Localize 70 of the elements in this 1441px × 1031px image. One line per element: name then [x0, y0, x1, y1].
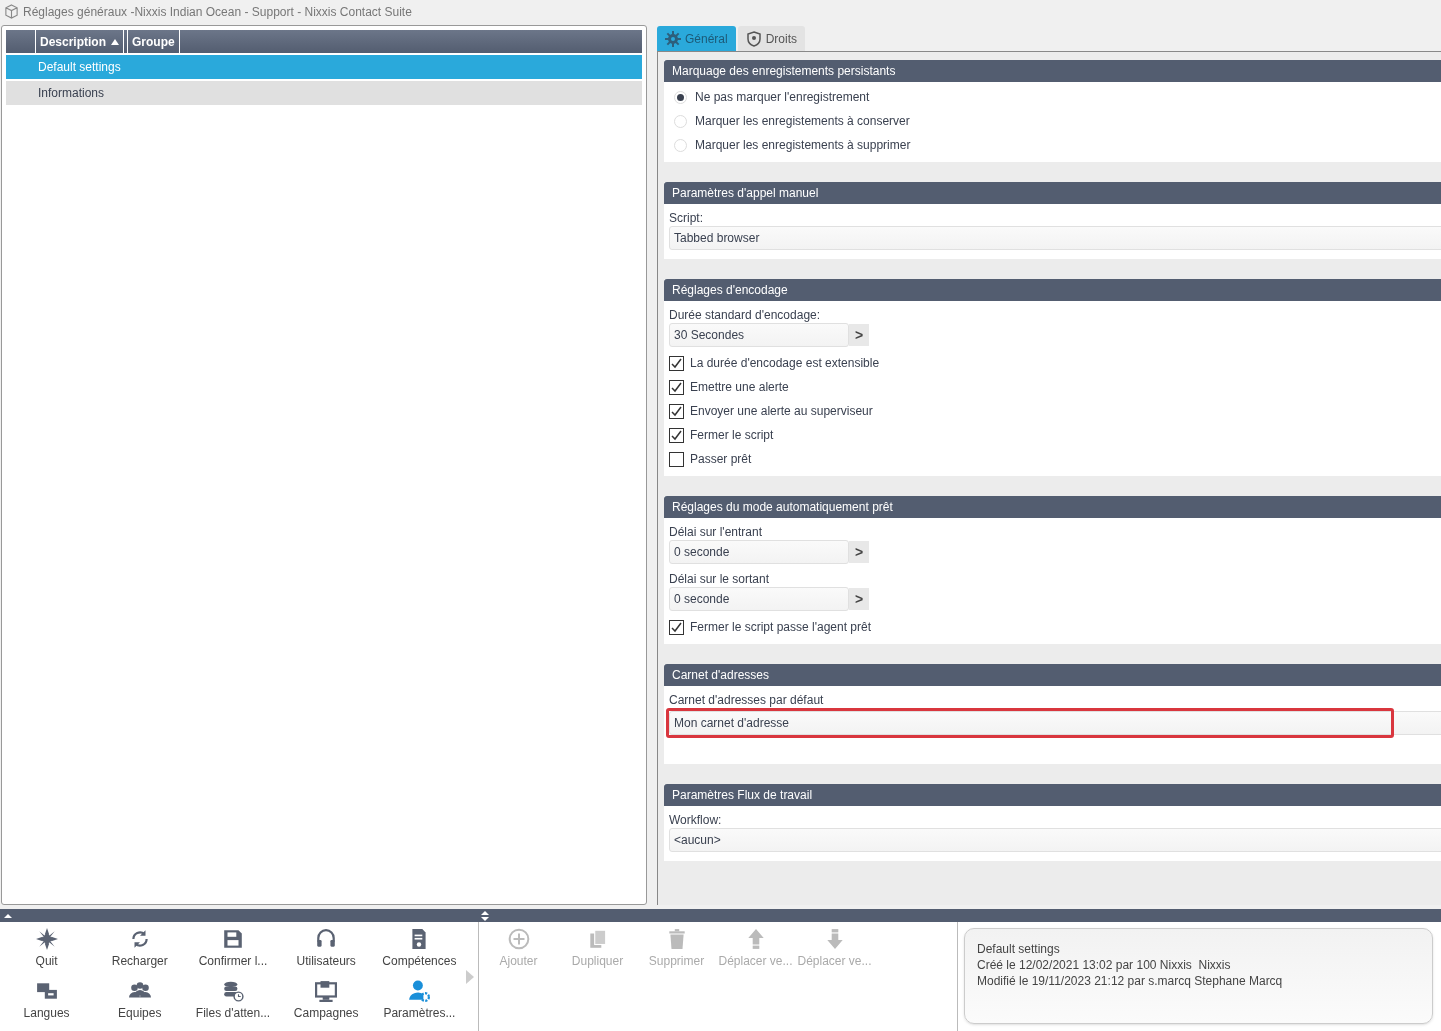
checkbox[interactable]	[669, 619, 684, 635]
monitor-icon	[315, 979, 338, 1002]
section-header: Marquage des enregistements persistants	[664, 60, 1441, 82]
sort-icon	[111, 38, 119, 45]
toolbar-button[interactable]: Recharger	[93, 928, 187, 982]
plus-circle-icon	[507, 928, 530, 950]
input-field[interactable]: 0 seconde	[669, 587, 849, 611]
input-field[interactable]: <aucun>	[669, 828, 1441, 852]
list-row[interactable]: Informations	[6, 81, 642, 105]
info-text: Créé le 12/02/2021 13:02 par 100 Nixxis Nixxis	[977, 957, 1232, 973]
checkbox-label: Passer prêt	[690, 451, 752, 468]
info-text: Modifié le 19/11/2023 21:12 par s.marcq Stephane Marcq	[977, 973, 1284, 989]
field-label: Délai sur l'entrant	[669, 525, 763, 539]
toolbar-button[interactable]: Langues	[0, 979, 94, 1031]
radio-label: Marquer les enregistements à supprimer	[695, 137, 911, 154]
checkbox[interactable]	[669, 403, 684, 419]
section-header: Réglages du mode automatiquement prêt	[664, 496, 1441, 518]
section-header: Carnet d'adresses	[664, 664, 1441, 686]
toolbar-button[interactable]: Compétences	[372, 928, 466, 982]
input-field[interactable]: 0 seconde	[669, 540, 849, 564]
headset-icon	[315, 928, 338, 950]
section-header: Paramètres Flux de travail	[664, 784, 1441, 806]
input-field[interactable]: Tabbed browser	[669, 226, 1441, 250]
radio-label: Marquer les enregistements à conserver	[695, 113, 910, 130]
checkbox-label: Fermer le script passe l'agent prêt	[690, 619, 872, 636]
toolbar-button[interactable]: Quit	[0, 928, 94, 982]
database-clock-icon	[222, 979, 244, 1002]
checkbox[interactable]	[669, 379, 684, 395]
input-field[interactable]: Mon carnet d'adresse	[669, 711, 1441, 735]
checkbox[interactable]	[669, 451, 684, 467]
cube-icon	[4, 4, 19, 19]
radio-button[interactable]	[674, 90, 687, 104]
window-title: Réglages généraux -Nixxis Indian Ocean - Support - Nixxis Contact Suite	[23, 3, 412, 21]
checkbox[interactable]	[669, 355, 684, 371]
field-label: Durée standard d'encodage:	[669, 308, 822, 322]
field-label: Délai sur le sortant	[669, 572, 771, 586]
toolbar-button[interactable]: Confirmer l...	[186, 928, 280, 982]
radio-button[interactable]	[674, 114, 687, 128]
column-header[interactable]: Groupe	[127, 30, 180, 53]
toolbar-button[interactable]: Campagnes	[279, 979, 373, 1031]
checkbox[interactable]	[669, 427, 684, 443]
section-header: Réglages d'encodage	[664, 279, 1441, 301]
checkbox-label: Envoyer une alerte au superviseur	[690, 403, 873, 420]
resize-icon[interactable]	[481, 910, 489, 921]
compass-icon	[35, 928, 58, 950]
section-header: Paramètres d'appel manuel	[664, 182, 1441, 204]
field-label: Carnet d'adresses par défaut	[669, 693, 825, 707]
info-text: Default settings	[977, 941, 1061, 957]
checkbox-label: Fermer le script	[690, 427, 774, 444]
next-button[interactable]: >	[849, 324, 869, 346]
user-gear-icon	[408, 979, 431, 1002]
radio-label: Ne pas marquer l'enregistrement	[695, 89, 870, 106]
column-header[interactable]: Description	[35, 30, 124, 53]
toolbar-button[interactable]: Equipes	[93, 979, 187, 1031]
shield-icon	[745, 30, 762, 47]
toolbar-button[interactable]: Files d'atten...	[186, 979, 280, 1031]
gear-icon	[665, 30, 681, 47]
collapse-icon[interactable]	[4, 912, 12, 919]
save-icon	[222, 928, 244, 950]
input-field[interactable]: 30 Secondes	[669, 323, 849, 347]
next-button[interactable]: >	[849, 541, 869, 563]
radio-button[interactable]	[674, 138, 687, 152]
tab[interactable]: Droits	[737, 26, 806, 51]
checkbox-label: La durée d'encodage est extensible	[690, 355, 880, 372]
field-label: Script:	[669, 211, 704, 225]
toolbar-button[interactable]: Utilisateurs	[279, 928, 373, 982]
next-button[interactable]: >	[849, 588, 869, 610]
toolbar-button[interactable]: Paramètres...	[372, 979, 466, 1031]
checkbox-label: Emettre une alerte	[690, 379, 789, 396]
field-label: Workflow:	[669, 813, 723, 827]
